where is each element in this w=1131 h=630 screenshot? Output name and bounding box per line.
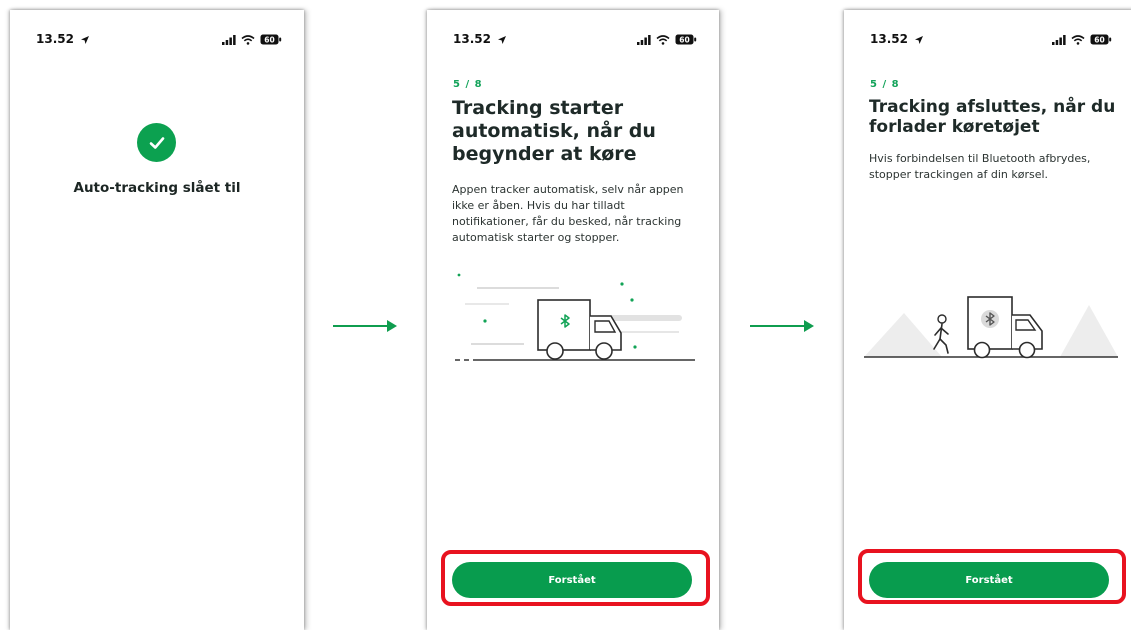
battery-icon: 60 — [675, 34, 697, 45]
signal-icon — [637, 34, 651, 45]
right-arrow-icon — [750, 320, 814, 332]
status-bar: 13.52 60 — [844, 32, 1131, 50]
battery-level: 60 — [264, 35, 274, 44]
battery-level: 60 — [679, 35, 689, 44]
wifi-icon — [656, 34, 670, 45]
phone-screen-auto-tracking-enabled: 13.52 60 Auto-tracking slået til — [10, 10, 304, 630]
status-time: 13.52 — [453, 32, 491, 46]
bluetooth-icon — [981, 310, 999, 328]
battery-level: 60 — [1094, 35, 1104, 44]
signal-icon — [222, 34, 236, 45]
truck-driving-illustration — [455, 273, 695, 361]
status-time: 13.52 — [870, 32, 908, 46]
page-heading: Tracking starter automatisk, når du begy… — [452, 97, 656, 165]
success-check-badge — [137, 123, 176, 162]
button-highlight-frame — [441, 550, 710, 606]
step-indicator: 5 / 8 — [453, 79, 483, 90]
truck-icon — [967, 296, 1043, 359]
checkmark-icon — [149, 136, 164, 149]
person-leaving-truck-illustration — [864, 296, 1118, 359]
location-arrow-icon — [915, 36, 923, 44]
status-bar: 13.52 60 — [427, 32, 719, 50]
description-text: Appen tracker automatisk, selv når appen… — [452, 183, 684, 244]
step-indicator: 5 / 8 — [870, 79, 900, 90]
right-arrow-icon — [333, 320, 397, 332]
status-time: 13.52 — [36, 32, 74, 46]
walking-person-icon — [933, 314, 949, 354]
location-arrow-icon — [81, 36, 89, 44]
truck-icon — [537, 299, 622, 360]
location-arrow-icon — [498, 36, 506, 44]
button-highlight-frame — [858, 549, 1126, 604]
battery-icon: 60 — [260, 34, 282, 45]
page-title: Auto-tracking slået til — [73, 180, 241, 196]
wifi-icon — [1071, 34, 1085, 45]
page-heading: Tracking afsluttes, når du forlader køre… — [869, 97, 1116, 138]
status-bar: 13.52 60 — [10, 32, 304, 50]
wifi-icon — [241, 34, 255, 45]
signal-icon — [1052, 34, 1066, 45]
phone-screen-tracking-starts: 13.52 60 5 / 8 Tracking starter automati… — [427, 10, 719, 630]
description-text: Hvis forbindelsen til Bluetooth afbrydes… — [869, 152, 1091, 181]
phone-screen-tracking-ends: 13.52 60 5 / 8 Tracking afsluttes, når d… — [844, 10, 1131, 630]
battery-icon: 60 — [1090, 34, 1112, 45]
